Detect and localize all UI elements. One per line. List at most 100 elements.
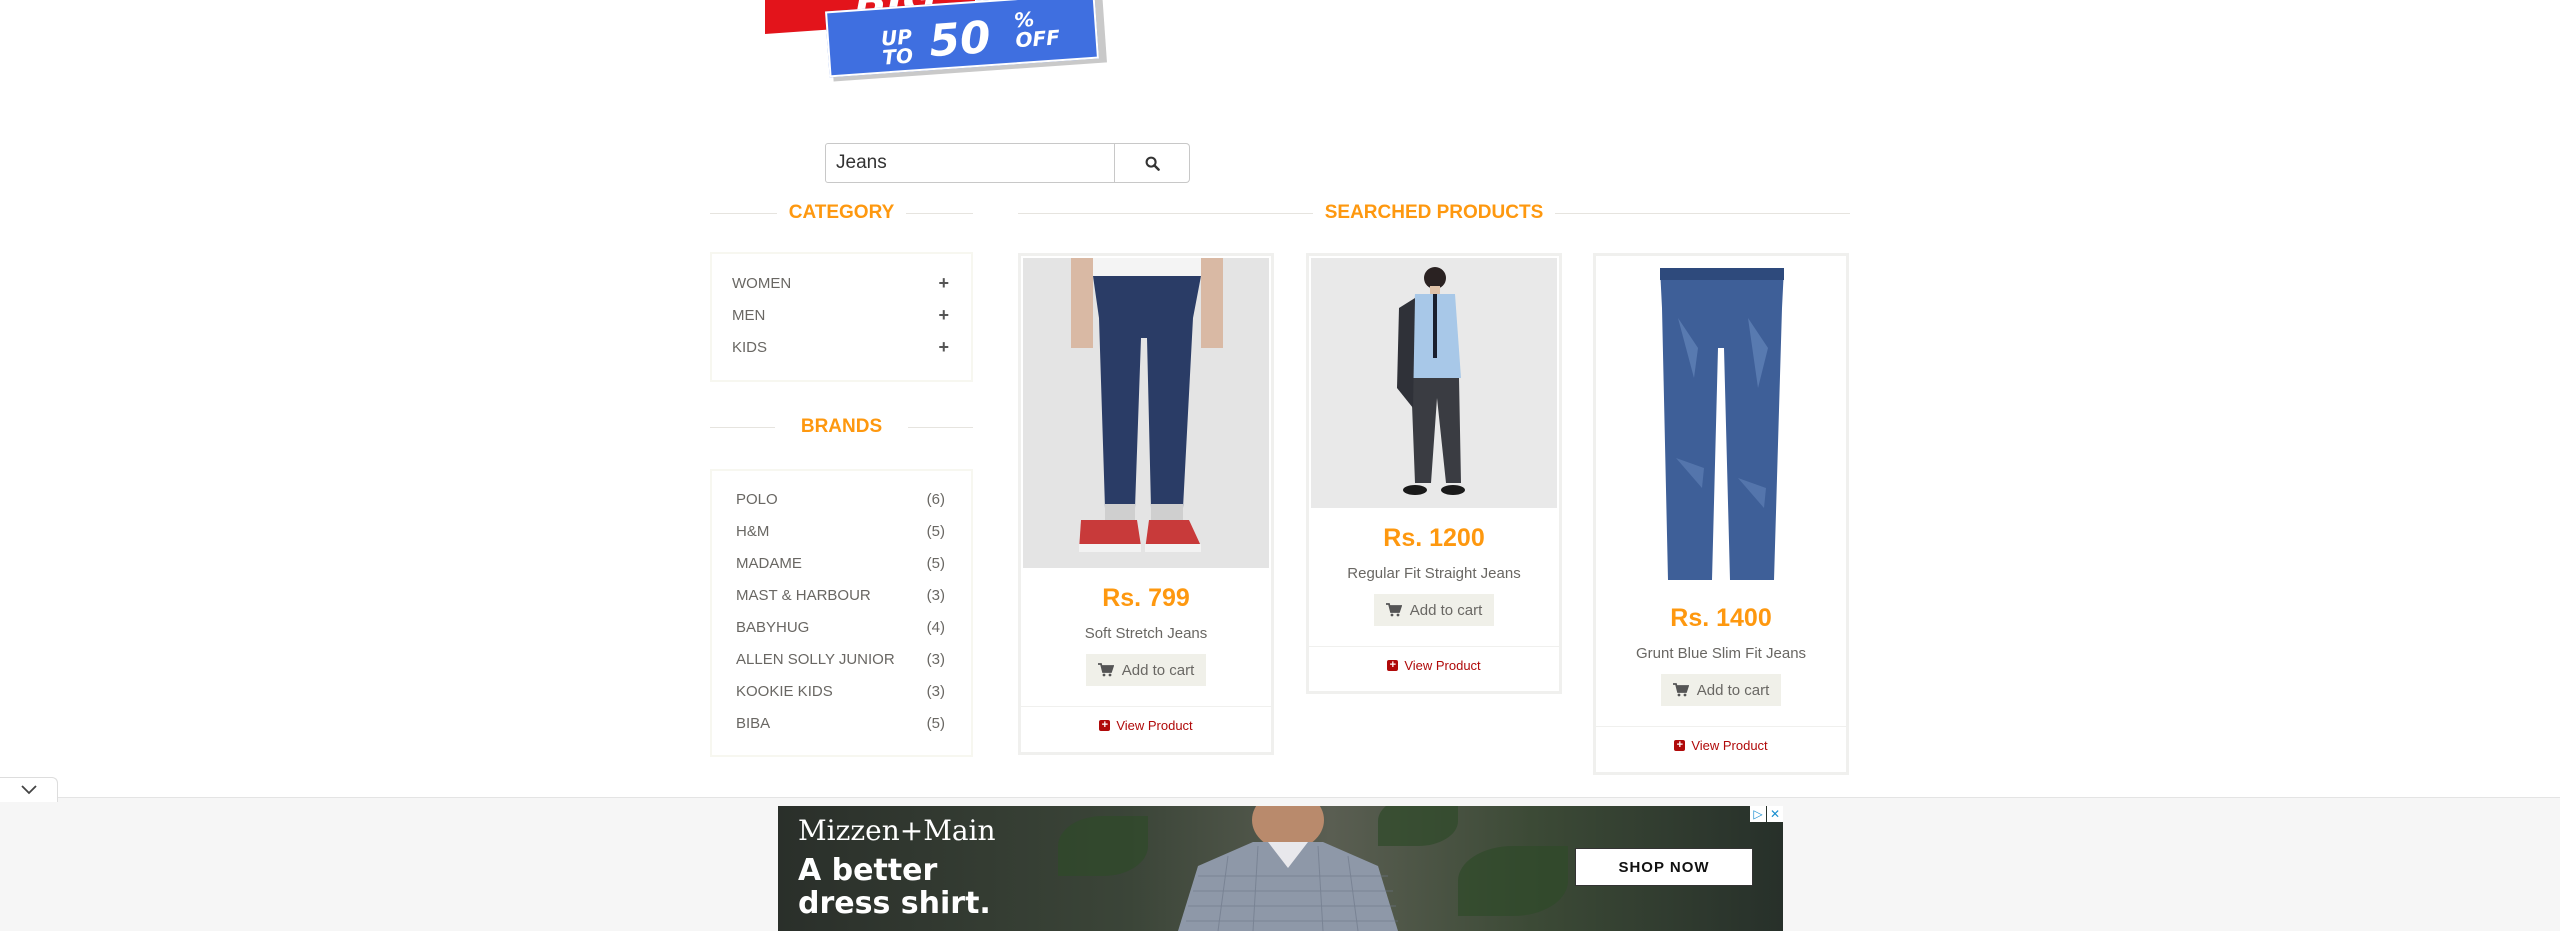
ad-tagline-line1: A better — [798, 853, 938, 888]
divider — [710, 426, 775, 428]
brand-label: KOOKIE KIDS — [736, 682, 833, 700]
ad-tagline-line2: dress shirt. — [798, 886, 991, 921]
brand-count: (3) — [926, 586, 945, 604]
category-item-men[interactable]: MEN + — [712, 299, 971, 331]
category-title: CATEGORY — [788, 202, 895, 223]
brand-label: ALLEN SOLLY JUNIOR — [736, 650, 895, 668]
ad-info-icon[interactable]: ▷ — [1750, 806, 1766, 822]
product-card: Rs. 1200 Regular Fit Straight Jeans Add … — [1306, 253, 1562, 694]
view-product-link[interactable]: + View Product — [1309, 646, 1559, 684]
search-input[interactable] — [825, 143, 1115, 183]
add-to-cart-label: Add to cart — [1121, 661, 1195, 679]
product-card: Rs. 1400 Grunt Blue Slim Fit Jeans Add t… — [1593, 253, 1849, 775]
brands-heading: BRANDS — [710, 416, 973, 438]
brand-item[interactable]: BIBA (5) — [712, 707, 971, 739]
product-price: Rs. 1400 — [1670, 604, 1772, 632]
shop-now-button[interactable]: SHOP NOW — [1575, 848, 1753, 886]
plus-icon[interactable]: + — [938, 305, 949, 326]
product-image[interactable] — [1311, 258, 1557, 508]
search-button[interactable] — [1115, 143, 1190, 183]
category-label: MEN — [732, 306, 766, 324]
products-heading: SEARCHED PRODUCTS — [1018, 202, 1850, 224]
close-icon[interactable]: ✕ — [1767, 806, 1783, 822]
brand-label: BABYHUG — [736, 618, 810, 636]
divider — [908, 426, 973, 428]
category-label: KIDS — [732, 338, 768, 356]
divider — [906, 212, 973, 214]
divider — [710, 212, 777, 214]
ad-choices[interactable]: ▷ ✕ — [1750, 806, 1783, 822]
leaf-decoration — [1058, 816, 1148, 876]
brand-item[interactable]: H&M (5) — [712, 515, 971, 547]
brand-label: H&M — [736, 522, 770, 540]
jeans-image — [1071, 258, 1223, 552]
search-icon — [1145, 156, 1160, 171]
brand-count: (3) — [926, 682, 945, 700]
brand-item[interactable]: ALLEN SOLLY JUNIOR (3) — [712, 643, 971, 675]
category-item-women[interactable]: WOMEN + — [712, 267, 971, 299]
leaf-decoration — [1458, 846, 1568, 916]
brand-label: MAST & HARBOUR — [736, 586, 871, 604]
brand-item[interactable]: KOOKIE KIDS (3) — [712, 675, 971, 707]
add-to-cart-button[interactable]: Add to cart — [1085, 654, 1207, 686]
cart-icon — [1385, 603, 1402, 617]
category-label: WOMEN — [732, 274, 792, 292]
plus-icon[interactable]: + — [938, 273, 949, 294]
add-to-cart-button[interactable]: Add to cart — [1373, 594, 1495, 626]
product-price: Rs. 799 — [1102, 584, 1190, 612]
model-image — [1397, 267, 1465, 495]
plus-square-icon: + — [1387, 660, 1399, 671]
brand-item[interactable]: MADAME (5) — [712, 547, 971, 579]
ad-model-image — [1178, 806, 1398, 931]
divider — [1555, 212, 1850, 214]
chevron-down-icon — [20, 785, 37, 795]
view-product-label: View Product — [1691, 738, 1768, 753]
ad-banner[interactable]: Mizzen+Main A better dress shirt. SHOP N… — [778, 806, 1783, 931]
banner-upto: UP TO — [880, 24, 914, 70]
divider — [1018, 212, 1313, 214]
ad-tagline: A better dress shirt. — [798, 854, 991, 920]
brand-label: BIBA — [736, 714, 771, 732]
brand-label: MADAME — [736, 554, 802, 572]
banner-fifty: 50 — [927, 12, 993, 68]
view-product-link[interactable]: + View Product — [1596, 726, 1846, 764]
brand-count: (5) — [926, 554, 945, 572]
brand-item[interactable]: POLO (6) — [712, 483, 971, 515]
jeans-image — [1660, 268, 1784, 580]
plus-square-icon: + — [1674, 740, 1686, 751]
brand-label: POLO — [736, 490, 778, 508]
cart-icon — [1672, 683, 1689, 697]
product-image[interactable] — [1598, 258, 1844, 588]
brands-panel: POLO (6) H&M (5) MADAME (5) MAST & HARBO… — [710, 469, 973, 757]
add-to-cart-label: Add to cart — [1696, 681, 1770, 699]
cart-icon — [1097, 663, 1114, 677]
add-to-cart-button[interactable]: Add to cart — [1660, 674, 1782, 706]
product-price: Rs. 1200 — [1383, 524, 1485, 552]
view-product-link[interactable]: + View Product — [1021, 706, 1271, 744]
product-name: Soft Stretch Jeans — [1084, 625, 1208, 642]
brand-item[interactable]: MAST & HARBOUR (3) — [712, 579, 971, 611]
search-bar — [825, 143, 1190, 183]
category-heading: CATEGORY — [710, 202, 973, 224]
category-panel: WOMEN + MEN + KIDS + — [710, 252, 973, 382]
brand-count: (5) — [926, 714, 945, 732]
view-product-label: View Product — [1404, 658, 1481, 673]
brands-title: BRANDS — [800, 416, 883, 437]
brand-item[interactable]: BABYHUG (4) — [712, 611, 971, 643]
brand-count: (5) — [926, 522, 945, 540]
ad-brand: Mizzen+Main — [798, 814, 996, 847]
product-card: Rs. 799 Soft Stretch Jeans Add to cart +… — [1018, 253, 1274, 755]
category-item-kids[interactable]: KIDS + — [712, 331, 971, 363]
products-title: SEARCHED PRODUCTS — [1324, 202, 1544, 223]
plus-square-icon: + — [1099, 720, 1111, 731]
view-product-label: View Product — [1116, 718, 1193, 733]
brand-count: (4) — [926, 618, 945, 636]
product-name: Regular Fit Straight Jeans — [1347, 565, 1521, 582]
banner-percent-off: % OFF — [1013, 6, 1061, 53]
plus-icon[interactable]: + — [938, 337, 949, 358]
ad-collapse-button[interactable] — [0, 777, 58, 802]
brand-count: (6) — [926, 490, 945, 508]
product-image[interactable] — [1023, 258, 1269, 568]
brand-count: (3) — [926, 650, 945, 668]
add-to-cart-label: Add to cart — [1409, 601, 1483, 619]
